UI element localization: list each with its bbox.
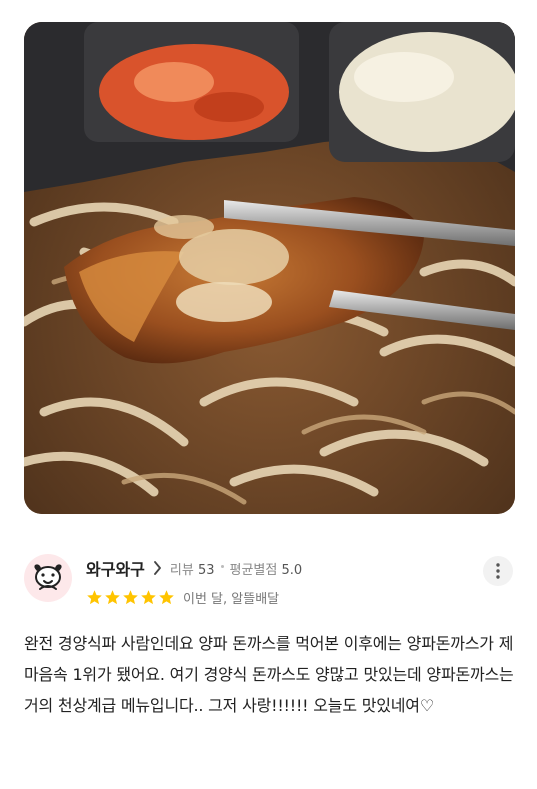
more-options-button[interactable] — [483, 556, 513, 586]
dog-face-icon — [34, 564, 62, 590]
reviewer-review-count: 리뷰 53 — [170, 559, 215, 578]
star-rating — [86, 589, 175, 606]
food-photo-illustration — [24, 22, 515, 514]
star-icon — [105, 590, 120, 605]
review-count-value: 53 — [197, 562, 215, 578]
star-icon — [141, 590, 156, 605]
review-body-text: 완전 경양식파 사람인데요 양파 돈까스를 먹어본 이후에는 양파돈까스가 제 … — [24, 634, 514, 715]
meta-separator-dot — [220, 565, 224, 568]
review-header: 와구와구 리뷰 53 평균별점 5.0 이번 달, 알뜰배달 — [24, 548, 515, 612]
review-rating-line: 이번 달, 알뜰배달 — [86, 588, 279, 607]
star-icon — [87, 590, 102, 605]
star-icon — [159, 590, 174, 605]
reviewer-avatar[interactable] — [24, 554, 72, 602]
reviewer-nickname[interactable]: 와구와구 — [86, 556, 145, 580]
review-count-label: 리뷰 — [169, 562, 194, 578]
reviewer-name-line: 와구와구 리뷰 53 평균별점 5.0 — [86, 556, 302, 580]
reviewer-avg-rating: 평균별점 5.0 — [230, 559, 303, 578]
chevron-right-icon[interactable] — [153, 561, 162, 575]
more-vertical-icon — [496, 563, 500, 579]
avg-rating-value: 5.0 — [281, 562, 303, 578]
review-photo[interactable] — [24, 22, 515, 514]
star-icon — [123, 590, 138, 605]
review-order-info: 이번 달, 알뜰배달 — [183, 592, 280, 607]
avg-rating-label: 평균별점 — [229, 562, 278, 578]
